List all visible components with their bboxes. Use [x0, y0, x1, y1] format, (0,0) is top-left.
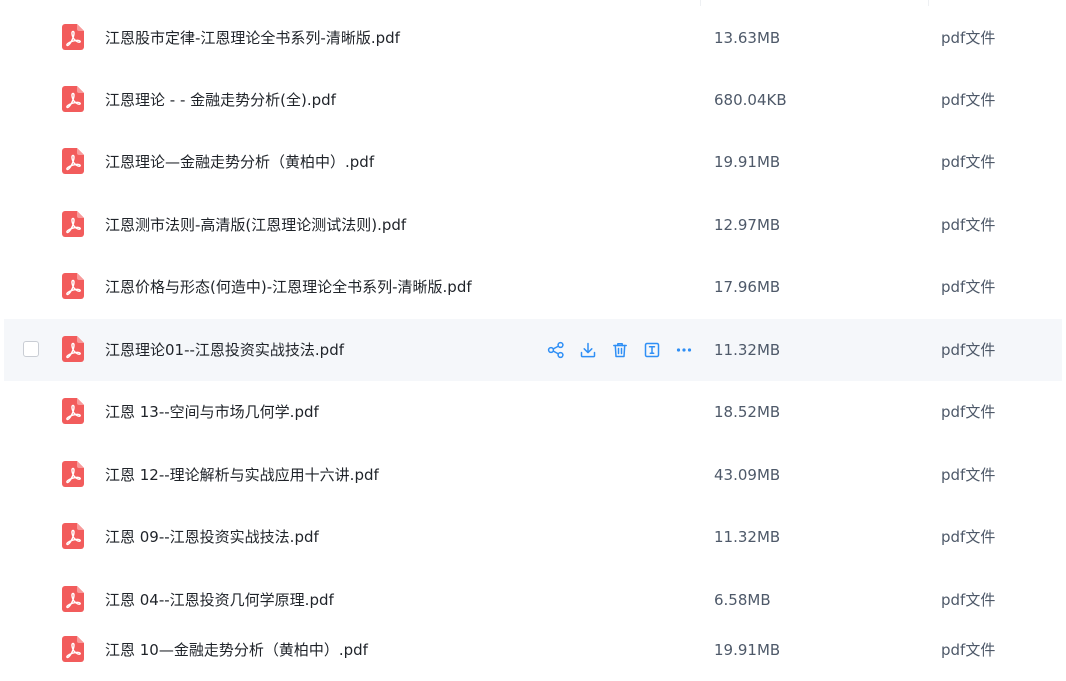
- file-type: pdf文件: [941, 29, 996, 47]
- file-row[interactable]: 江恩 09--江恩投资实战技法.pdf 11.32MB pdf文件: [4, 506, 1062, 568]
- rename-icon: [644, 342, 660, 358]
- file-row[interactable]: 江恩测市法则-高清版(江恩理论测试法则).pdf 12.97MB pdf文件: [4, 194, 1062, 256]
- pdf-file-icon: [62, 336, 84, 362]
- file-type: pdf文件: [941, 641, 996, 659]
- pdf-file-icon: [62, 461, 84, 487]
- file-list: 江恩股市定律-江恩理论全书系列-清晰版.pdf 13.63MB pdf文件 江恩…: [0, 0, 1066, 681]
- file-row[interactable]: 江恩理论 - - 金融走势分析(全).pdf 680.04KB pdf文件: [4, 69, 1062, 131]
- column-divider: [928, 0, 929, 6]
- pdf-file-icon: [62, 636, 84, 662]
- pdf-file-icon: [62, 211, 84, 237]
- file-row-hovered[interactable]: 江恩理论01--江恩投资实战技法.pdf 11.32MB pdf文件: [4, 319, 1062, 381]
- download-button[interactable]: [576, 338, 600, 362]
- pdf-file-icon: [62, 523, 84, 549]
- file-type: pdf文件: [941, 91, 996, 109]
- file-type: pdf文件: [941, 216, 996, 234]
- file-type: pdf文件: [941, 341, 996, 359]
- file-name[interactable]: 江恩 13--空间与市场几何学.pdf: [105, 381, 319, 443]
- file-size: 17.96MB: [714, 278, 781, 296]
- file-row[interactable]: 江恩价格与形态(何造中)-江恩理论全书系列-清晰版.pdf 17.96MB pd…: [4, 256, 1062, 318]
- pdf-file-icon: [62, 148, 84, 174]
- trash-icon: [613, 343, 627, 358]
- pdf-file-icon: [62, 24, 84, 50]
- file-type: pdf文件: [941, 403, 996, 421]
- file-row[interactable]: 江恩 13--空间与市场几何学.pdf 18.52MB pdf文件: [4, 381, 1062, 443]
- file-name[interactable]: 江恩股市定律-江恩理论全书系列-清晰版.pdf: [105, 7, 400, 69]
- file-name[interactable]: 江恩 09--江恩投资实战技法.pdf: [105, 506, 319, 568]
- column-divider: [700, 0, 701, 6]
- file-name[interactable]: 江恩 12--理论解析与实战应用十六讲.pdf: [105, 444, 379, 506]
- file-row[interactable]: 江恩理论—金融走势分析（黄柏中）.pdf 19.91MB pdf文件: [4, 131, 1062, 193]
- delete-button[interactable]: [608, 338, 632, 362]
- file-row[interactable]: 江恩 12--理论解析与实战应用十六讲.pdf 43.09MB pdf文件: [4, 444, 1062, 506]
- file-type: pdf文件: [941, 278, 996, 296]
- file-name[interactable]: 江恩测市法则-高清版(江恩理论测试法则).pdf: [105, 194, 406, 256]
- file-type: pdf文件: [941, 153, 996, 171]
- file-row[interactable]: 江恩 10—金融走势分析（黄柏中）.pdf 19.91MB pdf文件: [4, 619, 1062, 681]
- file-size: 18.52MB: [714, 403, 781, 421]
- pdf-file-icon: [62, 273, 84, 299]
- row-checkbox[interactable]: [23, 341, 39, 357]
- file-name[interactable]: 江恩理论 - - 金融走势分析(全).pdf: [105, 69, 336, 131]
- file-name[interactable]: 江恩价格与形态(何造中)-江恩理论全书系列-清晰版.pdf: [105, 256, 472, 318]
- file-size: 19.91MB: [714, 153, 781, 171]
- more-button[interactable]: [672, 338, 696, 362]
- file-size: 43.09MB: [714, 466, 781, 484]
- file-name[interactable]: 江恩 10—金融走势分析（黄柏中）.pdf: [105, 619, 368, 681]
- file-size: 11.32MB: [714, 341, 781, 359]
- file-size: 13.63MB: [714, 29, 781, 47]
- rename-button[interactable]: [640, 338, 664, 362]
- file-type: pdf文件: [941, 528, 996, 546]
- file-row[interactable]: 江恩股市定律-江恩理论全书系列-清晰版.pdf 13.63MB pdf文件: [4, 7, 1062, 69]
- row-actions: [544, 338, 696, 362]
- file-name[interactable]: 江恩理论01--江恩投资实战技法.pdf: [105, 319, 344, 381]
- share-button[interactable]: [544, 338, 568, 362]
- share-icon: [547, 341, 564, 359]
- file-name[interactable]: 江恩理论—金融走势分析（黄柏中）.pdf: [105, 131, 374, 193]
- download-icon: [580, 342, 596, 358]
- more-icon: [676, 348, 692, 352]
- pdf-file-icon: [62, 86, 84, 112]
- pdf-file-icon: [62, 586, 84, 612]
- header-dividers: [0, 0, 1066, 6]
- file-size: 12.97MB: [714, 216, 781, 234]
- file-type: pdf文件: [941, 466, 996, 484]
- pdf-file-icon: [62, 398, 84, 424]
- file-size: 680.04KB: [714, 91, 787, 109]
- file-size: 19.91MB: [714, 641, 781, 659]
- file-size: 11.32MB: [714, 528, 781, 546]
